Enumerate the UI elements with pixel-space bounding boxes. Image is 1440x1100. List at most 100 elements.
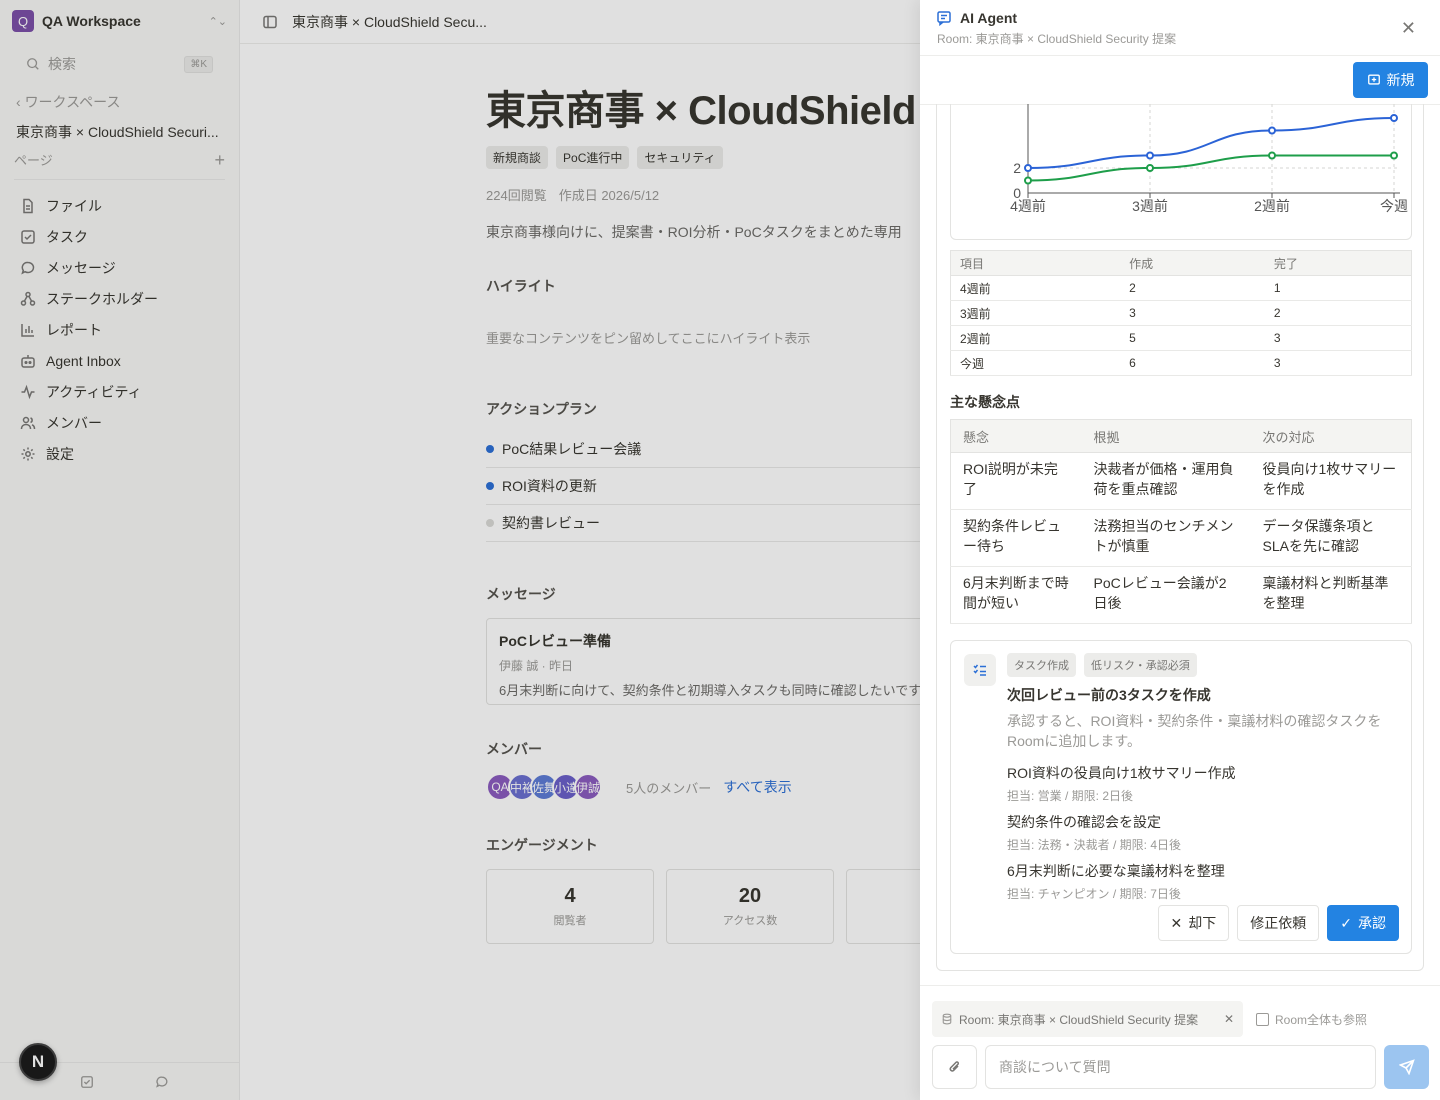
attach-button[interactable] [932,1045,977,1089]
table-cell: 3 [1264,350,1412,376]
sidebar-item-label: メンバー [46,414,102,431]
chevron-updown-icon: ⌃⌄ [208,15,227,28]
view-count: 224回閲覧 [486,188,547,203]
report-icon [21,323,34,337]
ai-agent-panel: AI Agent Room: 東京商事 × CloudShield Securi… [920,0,1440,1100]
data-point [1390,151,1398,160]
x-tick-label: 今週 [1380,198,1408,214]
approve-label: 承認 [1358,915,1386,931]
room-title[interactable]: 東京商事 × CloudShield Securi... [16,122,226,142]
back-to-workspace[interactable]: ‹ ワークスペース [16,92,223,112]
agent-response-scroll[interactable]: 0 2 4週前 3週前 2週前 今週 項目 作成 完了 4週前 2 1 3週前 3 2 2週前 5 3… [936,104,1424,971]
workspace-name: QA Workspace [42,13,141,29]
table-cell: 2週前 [950,325,1121,351]
tag[interactable]: PoC進行中 [556,146,630,169]
status-dot [486,482,494,490]
panel-header: AI Agent Room: 東京商事 × CloudShield Securi… [920,0,1440,56]
proposed-task-title: ROI資料の役員向け1枚サマリー作成 [1007,765,1236,781]
table-cell: 1 [1264,275,1412,301]
proposed-task: ROI資料の役員向け1枚サマリー作成 担当: 営業 / 期限: 2日後 [1007,763,1402,804]
sidebar-item-activity[interactable]: アクティビティ [0,376,239,407]
message-card[interactable]: PoCレビュー準備 伊藤 誠 · 昨日 6月末判断に向けて、契約条件と初期導入タ… [486,618,920,705]
search-icon [27,58,39,70]
chat-placeholder: 商談について質問 [999,1059,1111,1075]
risk-badge: 低リスク・承認必須 [1084,653,1197,677]
action-item[interactable]: 契約書レビュー [486,505,920,542]
table-row: 6月末判断まで時間が短い PoCレビュー会議が2日後 稟議材料と判断基準を整理 [950,566,1412,624]
members-row: QA 中裕 佐舞 小達 伊誠 5人のメンバー すべて表示 [486,773,920,801]
action-item[interactable]: PoC結果レビュー会議 [486,431,920,468]
data-point [1390,114,1398,122]
sidebar-item-settings[interactable]: 設定 [0,438,239,469]
pages-header: ページ + [14,150,225,180]
sidebar-item-messages[interactable]: メッセージ [0,252,239,283]
avatar-stack: QA 中裕 佐舞 小達 伊誠 [486,773,602,801]
data-point [1268,151,1276,160]
message-icon [21,261,35,274]
table-header: 根拠 [1081,419,1251,453]
new-chat-icon [1367,74,1380,85]
sidebar-item-label: 設定 [46,445,74,462]
page-meta: 224回閲覧 作成日 2026/5/12 [486,185,920,204]
reject-button[interactable]: ✕ 却下 [1157,905,1230,941]
user-avatar-badge[interactable]: N [19,1043,57,1081]
request-revision-button[interactable]: 修正依頼 [1237,905,1320,941]
avatar[interactable]: 伊誠 [574,773,602,801]
breadcrumb[interactable]: 東京商事 × CloudShield Secu... [292,12,487,32]
proposed-task-title: 6月末判断に必要な稟議材料を整理 [1007,863,1225,879]
sidebar-item-stakeholders[interactable]: ステークホルダー [0,283,239,314]
reject-label: 却下 [1188,915,1217,931]
chat-input[interactable]: 商談について質問 [985,1045,1376,1089]
created-date: 作成日 2026/5/12 [558,188,660,203]
tag[interactable]: セキュリティ [637,146,723,169]
new-chat-button[interactable]: 新規 [1353,62,1428,98]
task-icon[interactable] [80,1075,94,1089]
concerns-heading: 主な懸念点 [950,394,1020,410]
table-row: 今週 6 3 [950,350,1412,376]
action-item[interactable]: ROI資料の更新 [486,468,920,505]
table-cell: 役員向け1枚サマリーを作成 [1250,452,1412,510]
sidebar-item-reports[interactable]: レポート [0,314,239,345]
pages-label: ページ [14,153,53,168]
room-scope-checkbox[interactable]: Room全体も参照 [1256,1011,1367,1028]
close-icon[interactable]: ✕ [1401,18,1416,39]
workspace-switcher[interactable]: Q QA Workspace ⌃⌄ [0,0,239,42]
table-header: 完了 [1264,250,1412,276]
add-page-icon[interactable]: + [214,151,225,169]
series-line [1027,117,1395,169]
paperclip-icon [949,1061,959,1072]
sidebar-toggle-icon[interactable] [262,14,278,30]
y-tick-label: 2 [1013,160,1021,176]
data-point [1024,164,1032,172]
message-title: PoCレビュー準備 [499,633,611,649]
checkbox[interactable] [1256,1013,1269,1026]
chat-composer: Room: 東京商事 × CloudShield Security 提案 ✕ R… [920,985,1440,1100]
file-icon [23,198,33,213]
search-input[interactable]: 検索 ⌘K [16,50,223,78]
workspace-logo: Q [12,10,34,32]
send-button[interactable] [1384,1045,1429,1089]
action-proposal-card: タスク作成 低リスク・承認必須 次回レビュー前の3タスクを作成 承認すると、RO… [950,640,1412,954]
sidebar-item-tasks[interactable]: タスク [0,221,239,252]
action-list: PoC結果レビュー会議 ROI資料の更新 契約書レビュー [486,431,920,542]
sidebar-item-members[interactable]: メンバー [0,407,239,438]
tag[interactable]: 新規商談 [486,146,549,169]
sidebar-item-agent-inbox[interactable]: Agent Inbox [0,345,239,376]
table-header: 次の対応 [1250,419,1412,453]
revise-label: 修正依頼 [1250,915,1307,931]
check-icon: ✓ [1340,914,1352,931]
table-row: 2週前 5 3 [950,325,1412,351]
action-label: PoC結果レビュー会議 [502,441,642,457]
table-cell: 6月末判断まで時間が短い [950,566,1082,624]
context-chip[interactable]: Room: 東京商事 × CloudShield Security 提案 ✕ [932,1001,1243,1037]
page-description: 東京商事様向けに、提案書・ROI分析・PoCタスクをまとめた専用 [486,224,902,240]
show-all-members-link[interactable]: すべて表示 [723,777,791,797]
message-icon[interactable] [155,1075,169,1089]
proposed-task: 6月末判断に必要な稟議材料を整理 担当: チャンピオン / 期限: 7日後 [1007,861,1402,902]
sidebar-item-label: レポート [46,321,102,338]
approve-button[interactable]: ✓ 承認 [1327,905,1399,941]
data-point [1024,176,1032,185]
remove-context-icon[interactable]: ✕ [1224,1012,1234,1026]
proposal-title: 次回レビュー前の3タスクを作成 [1007,687,1211,703]
sidebar-item-files[interactable]: ファイル [0,190,239,221]
